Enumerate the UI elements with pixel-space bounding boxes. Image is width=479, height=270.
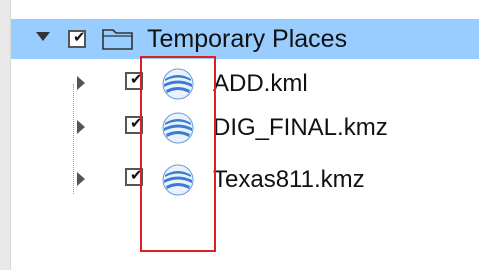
tree-row-temporary-places[interactable]: ✔ Temporary Places [11, 19, 479, 59]
tree-row-label: ADD.kml [213, 70, 308, 97]
expand-arrow-icon[interactable] [77, 76, 85, 90]
places-tree-panel: ✔ Temporary Places ✔ ADD.kml ✔ DIG_FINAL… [10, 0, 479, 270]
tree-row-dig-final-kmz[interactable]: ✔ DIG_FINAL.kmz [11, 108, 479, 148]
tree-row-texas811-kmz[interactable]: ✔ Texas811.kmz [11, 160, 479, 200]
checkmark-icon: ✔ [73, 29, 86, 46]
expand-arrow-icon[interactable] [77, 172, 85, 186]
checkbox-temporary-places[interactable]: ✔ [68, 29, 86, 48]
tree-row-label: Texas811.kmz [213, 166, 365, 193]
expand-arrow-icon[interactable] [77, 120, 85, 134]
collapse-arrow-icon[interactable] [36, 32, 50, 41]
tree-row-label: DIG_FINAL.kmz [213, 114, 388, 141]
tree-row-add-kml[interactable]: ✔ ADD.kml [11, 64, 479, 104]
folder-icon [102, 29, 133, 50]
tree-row-label: Temporary Places [147, 25, 348, 53]
annotation-highlight-box [140, 56, 216, 252]
